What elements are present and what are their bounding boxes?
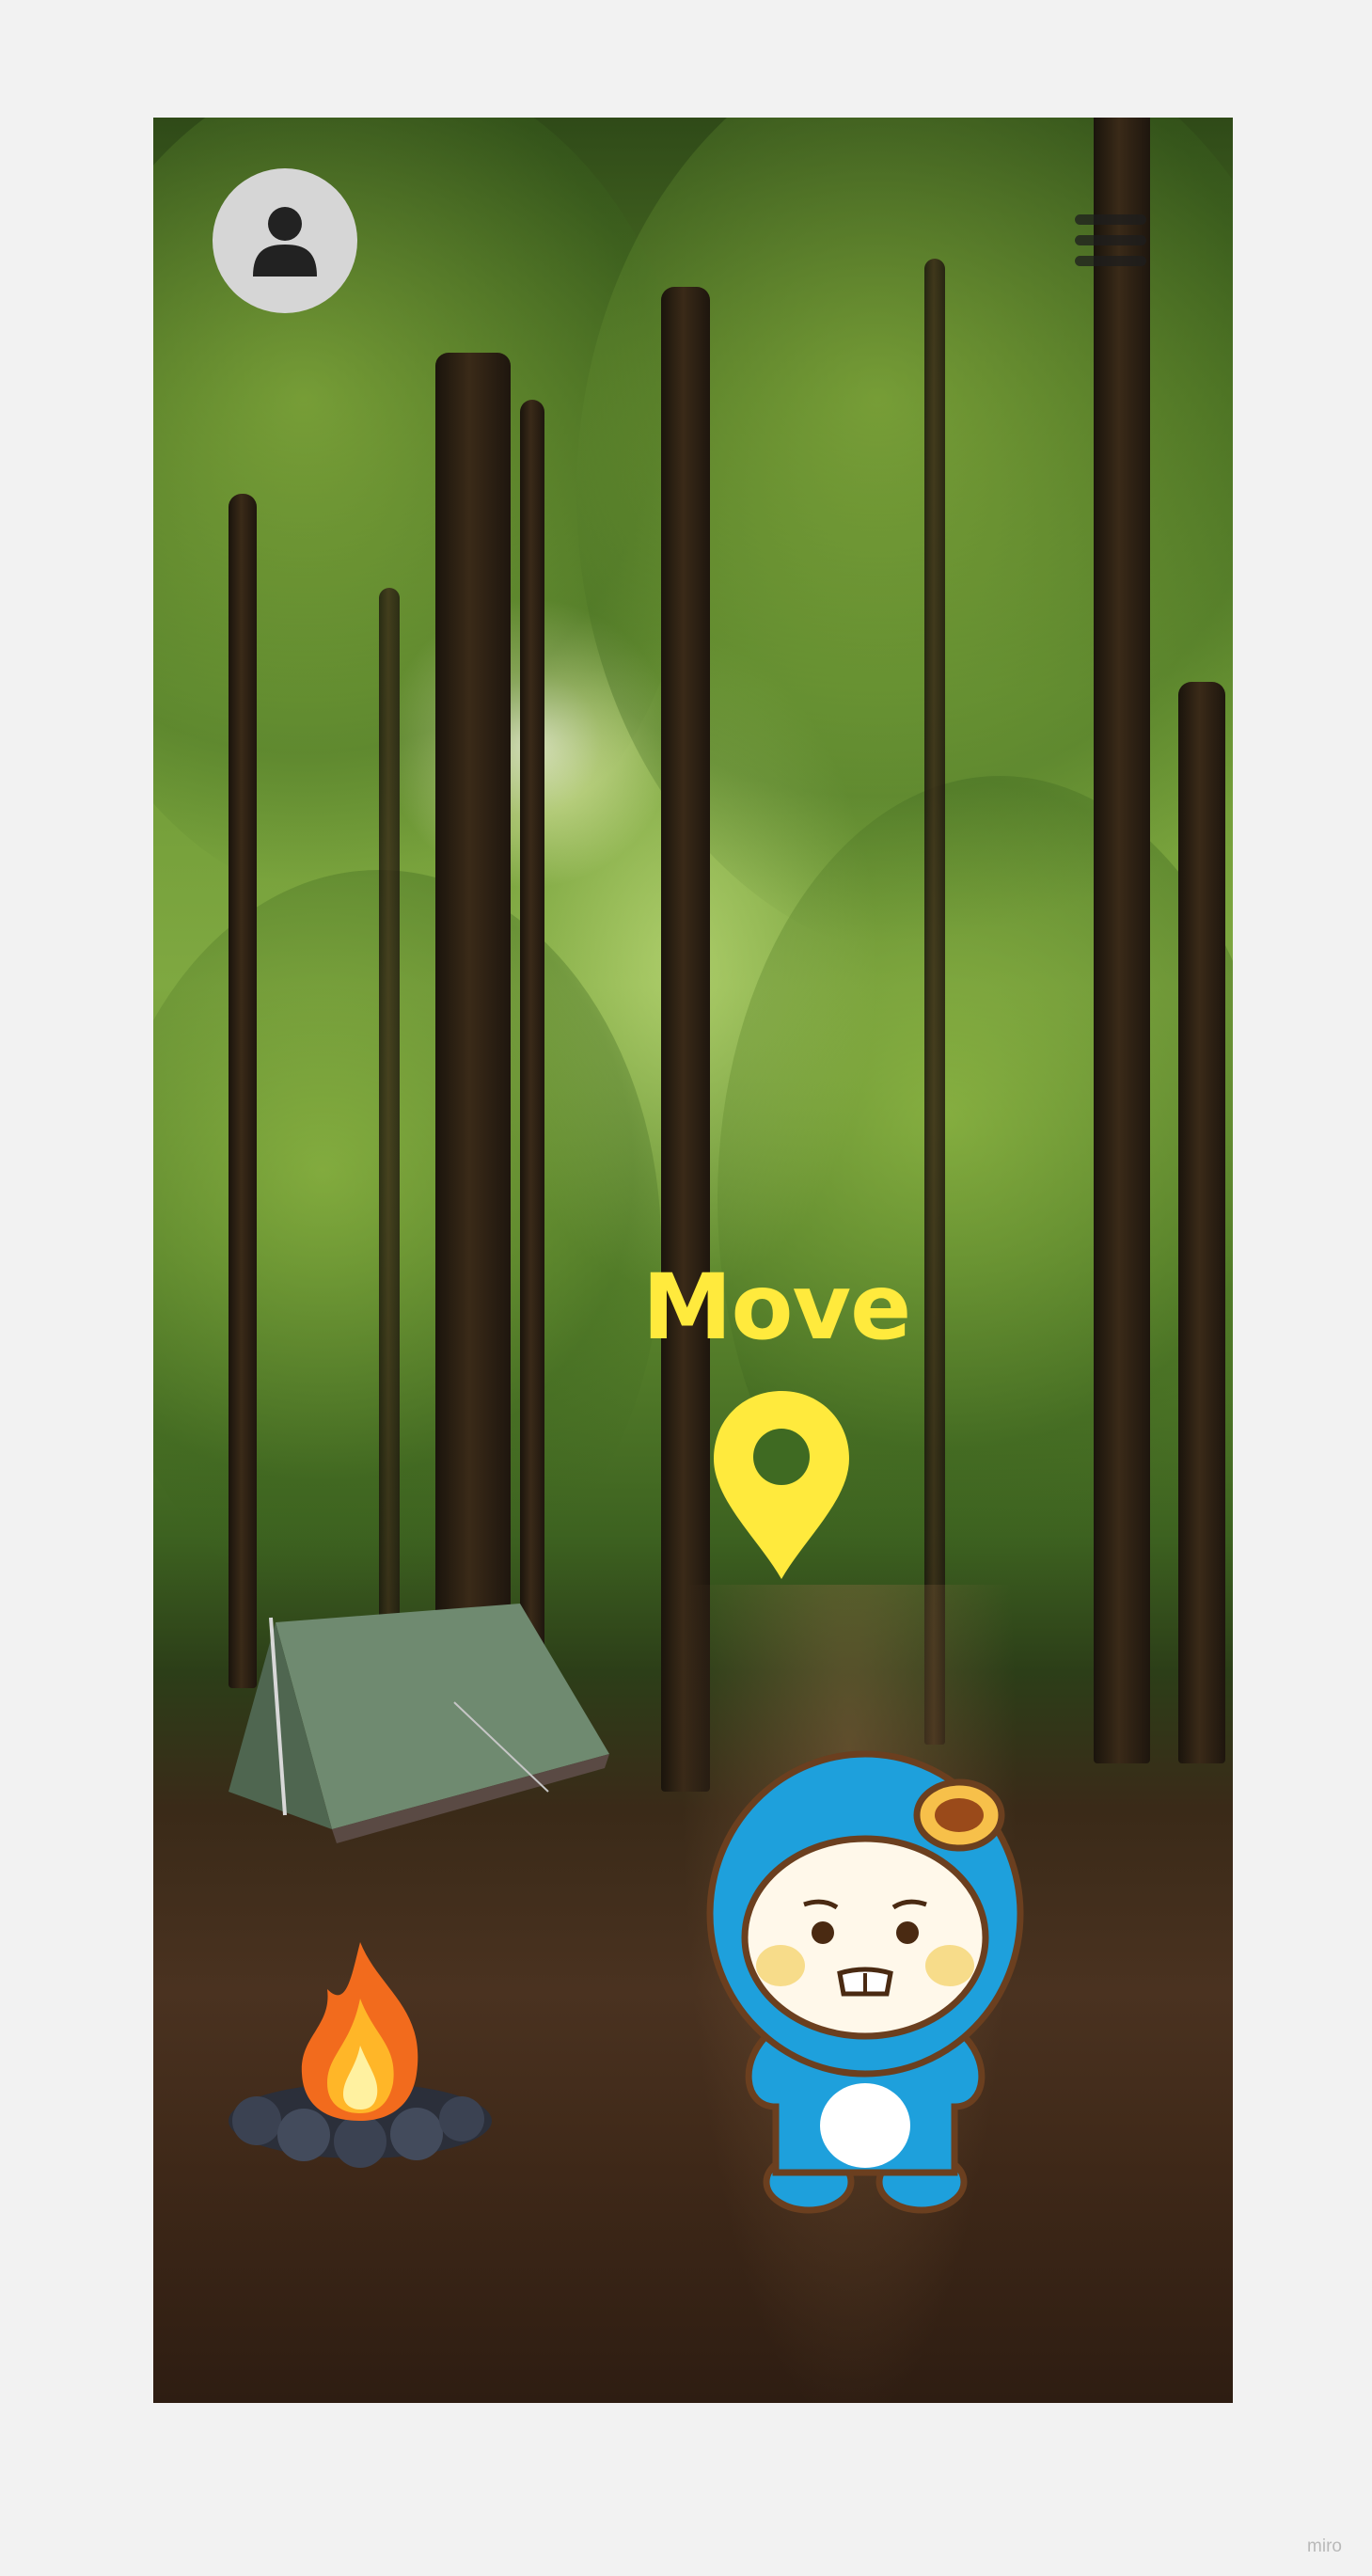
menu-bar (1075, 235, 1146, 245)
game-scene[interactable]: Move (153, 118, 1233, 2403)
blue-mascot-character[interactable] (701, 1749, 1030, 2220)
move-label[interactable]: Move (642, 1256, 911, 1359)
map-pin-icon[interactable] (710, 1389, 853, 1582)
profile-button[interactable] (213, 168, 357, 313)
tent-icon[interactable] (219, 1604, 614, 1857)
menu-button[interactable] (1075, 207, 1150, 277)
tree-trunk (1178, 682, 1225, 1763)
watermark: miro (1307, 2536, 1342, 2556)
menu-bar (1075, 256, 1146, 266)
user-avatar-icon (253, 207, 317, 277)
tree-trunk (435, 353, 511, 1716)
tree-trunk (661, 287, 710, 1792)
tree-trunk (1094, 118, 1150, 1763)
tree-trunk (520, 400, 544, 1716)
campfire-icon[interactable] (219, 1933, 501, 2168)
app-page: Move miro (0, 0, 1372, 2576)
tree-trunk (229, 494, 257, 1688)
tree-trunk (379, 588, 400, 1716)
hamburger-menu-icon (1075, 214, 1146, 225)
tree-trunk (924, 259, 945, 1745)
